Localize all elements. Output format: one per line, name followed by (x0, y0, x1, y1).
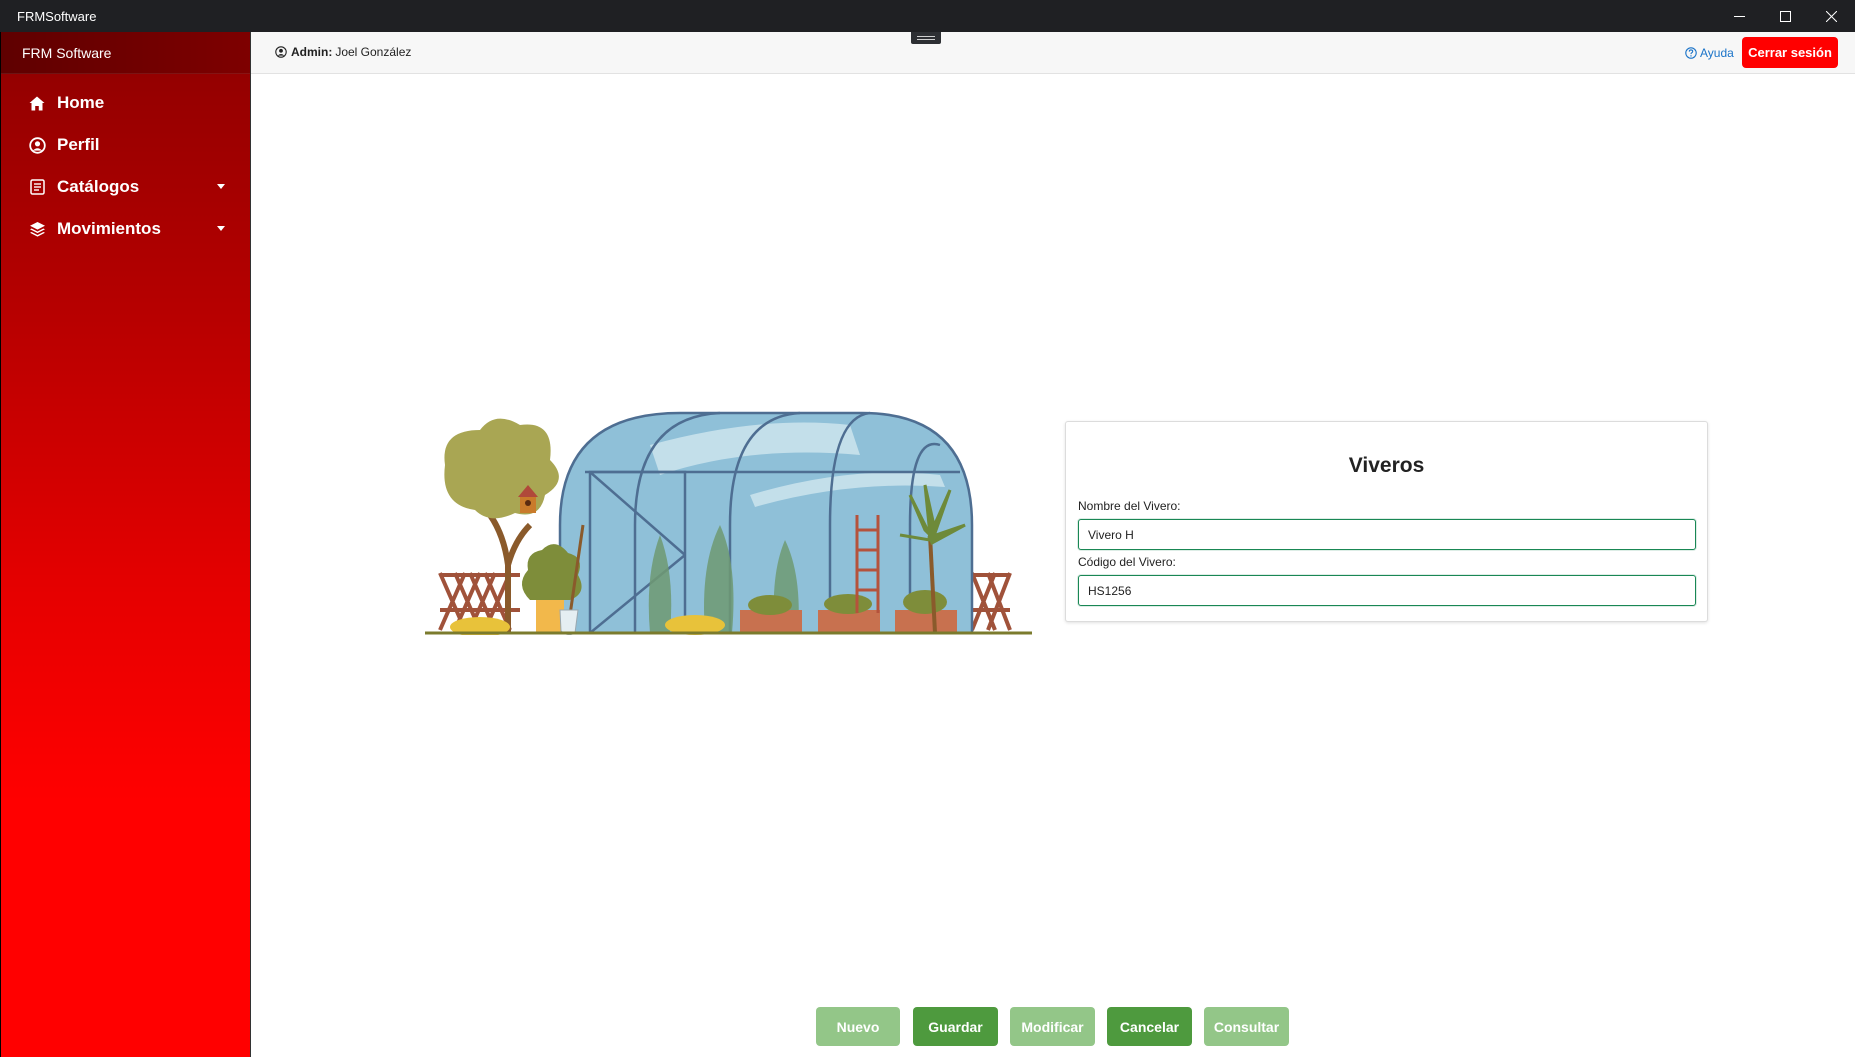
user-role: Admin: (291, 45, 333, 59)
save-button[interactable]: Guardar (913, 1007, 998, 1046)
cancel-button[interactable]: Cancelar (1107, 1007, 1192, 1046)
question-circle-icon (1685, 47, 1697, 59)
sidebar-item-label: Movimientos (57, 219, 161, 238)
help-link[interactable]: Ayuda (1685, 46, 1734, 60)
window-title-bar: FRMSoftware (0, 0, 1855, 32)
form-title: Viveros (1348, 454, 1425, 477)
name-field-label: Nombre del Vivero: (1078, 499, 1181, 513)
current-user: Admin: Joel González (275, 45, 411, 59)
nursery-name-input[interactable] (1078, 519, 1696, 550)
code-field-label: Código del Vivero: (1078, 555, 1176, 569)
sidebar-item-catalogos[interactable]: Catálogos (1, 166, 250, 208)
planter-boxes (740, 590, 957, 633)
sidebar-item-label: Perfil (57, 135, 100, 154)
sidebar-item-label: Home (57, 93, 105, 112)
sidebar-brand[interactable]: FRM Software (1, 32, 250, 74)
query-button[interactable]: Consultar (1204, 1007, 1289, 1046)
nursery-code-input[interactable] (1078, 575, 1696, 606)
maximize-icon (1779, 10, 1791, 22)
close-icon (1825, 10, 1837, 22)
fence-right (970, 572, 1012, 631)
minimize-button[interactable] (1716, 0, 1762, 32)
top-header: Admin: Joel González Ayuda Cerrar sesión (251, 32, 1855, 74)
sidebar-item-perfil[interactable]: Perfil (1, 124, 250, 166)
maximize-button[interactable] (1762, 0, 1808, 32)
layers-icon (28, 220, 46, 238)
chevron-down-icon (217, 226, 225, 231)
sidebar-nav: Home Perfil Catálogos Movimientos (1, 82, 250, 250)
drag-handle[interactable] (911, 32, 941, 44)
home-icon (28, 94, 46, 112)
user-circle-icon (28, 136, 46, 154)
greenhouse-illustration (425, 411, 1032, 635)
window-title: FRMSoftware (17, 9, 97, 24)
help-label: Ayuda (1700, 46, 1734, 60)
logout-button[interactable]: Cerrar sesión (1742, 37, 1838, 68)
nursery-form-card: Viveros Nombre del Vivero: Código del Vi… (1065, 421, 1708, 622)
modify-button[interactable]: Modificar (1010, 1007, 1095, 1046)
minimize-icon (1733, 15, 1745, 17)
user-name: Joel González (335, 45, 412, 59)
close-button[interactable] (1808, 0, 1854, 32)
sidebar: FRM Software Home Perfil Catálogos Movim… (0, 32, 251, 1057)
new-button[interactable]: Nuevo (816, 1007, 900, 1046)
user-circle-icon (275, 46, 287, 58)
sidebar-item-home[interactable]: Home (1, 82, 250, 124)
chevron-down-icon (217, 184, 225, 189)
sidebar-item-label: Catálogos (57, 177, 140, 196)
catalog-icon (28, 178, 46, 196)
sidebar-item-movimientos[interactable]: Movimientos (1, 208, 250, 250)
